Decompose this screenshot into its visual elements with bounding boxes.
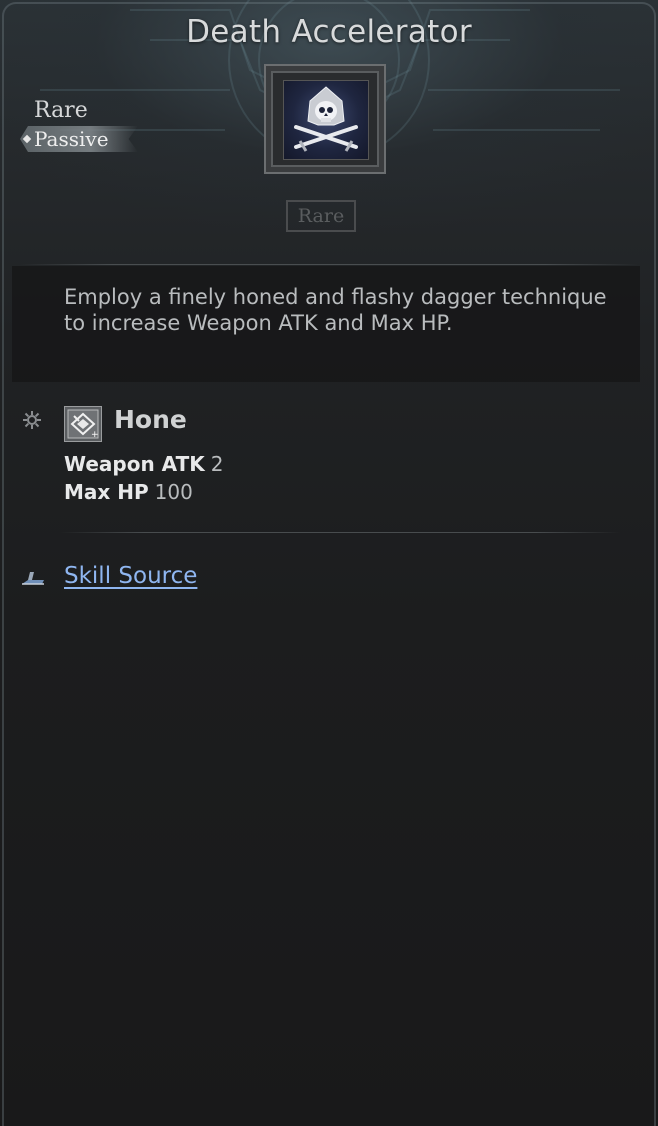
type-tag: Passive [20, 126, 138, 152]
type-tag-label: Passive [34, 127, 109, 151]
skill-title: Death Accelerator [186, 14, 472, 50]
stat-name: Weapon ATK [64, 452, 205, 476]
stat-weapon-atk: Weapon ATK 2 [64, 452, 223, 476]
skill-source-link[interactable]: Skill Source [64, 563, 197, 589]
tag-diamond-icon [22, 134, 32, 144]
stat-value: 100 [154, 480, 193, 504]
scroll-icon [22, 572, 44, 585]
skill-icon-frame[interactable] [264, 64, 386, 174]
svg-text:+: + [91, 430, 99, 440]
divider-top [20, 264, 638, 265]
effect-name: Hone [114, 405, 187, 434]
stat-value: 2 [210, 452, 224, 476]
description-box: Employ a finely honed and flashy dagger … [12, 266, 640, 382]
skill-description: Employ a finely honed and flashy dagger … [64, 285, 607, 335]
hone-icon[interactable]: + [64, 406, 102, 442]
stat-name: Max HP [64, 480, 149, 504]
skull-crossed-daggers-icon [283, 80, 369, 160]
divider-bottom [60, 532, 620, 533]
rarity-badge: Rare [286, 200, 356, 232]
stat-max-hp: Max HP 100 [64, 480, 193, 504]
skill-tooltip-panel: Death Accelerator Rare Passive Rare Empl… [0, 0, 658, 1126]
rarity-label: Rare [34, 98, 88, 123]
gear-icon [23, 411, 41, 429]
